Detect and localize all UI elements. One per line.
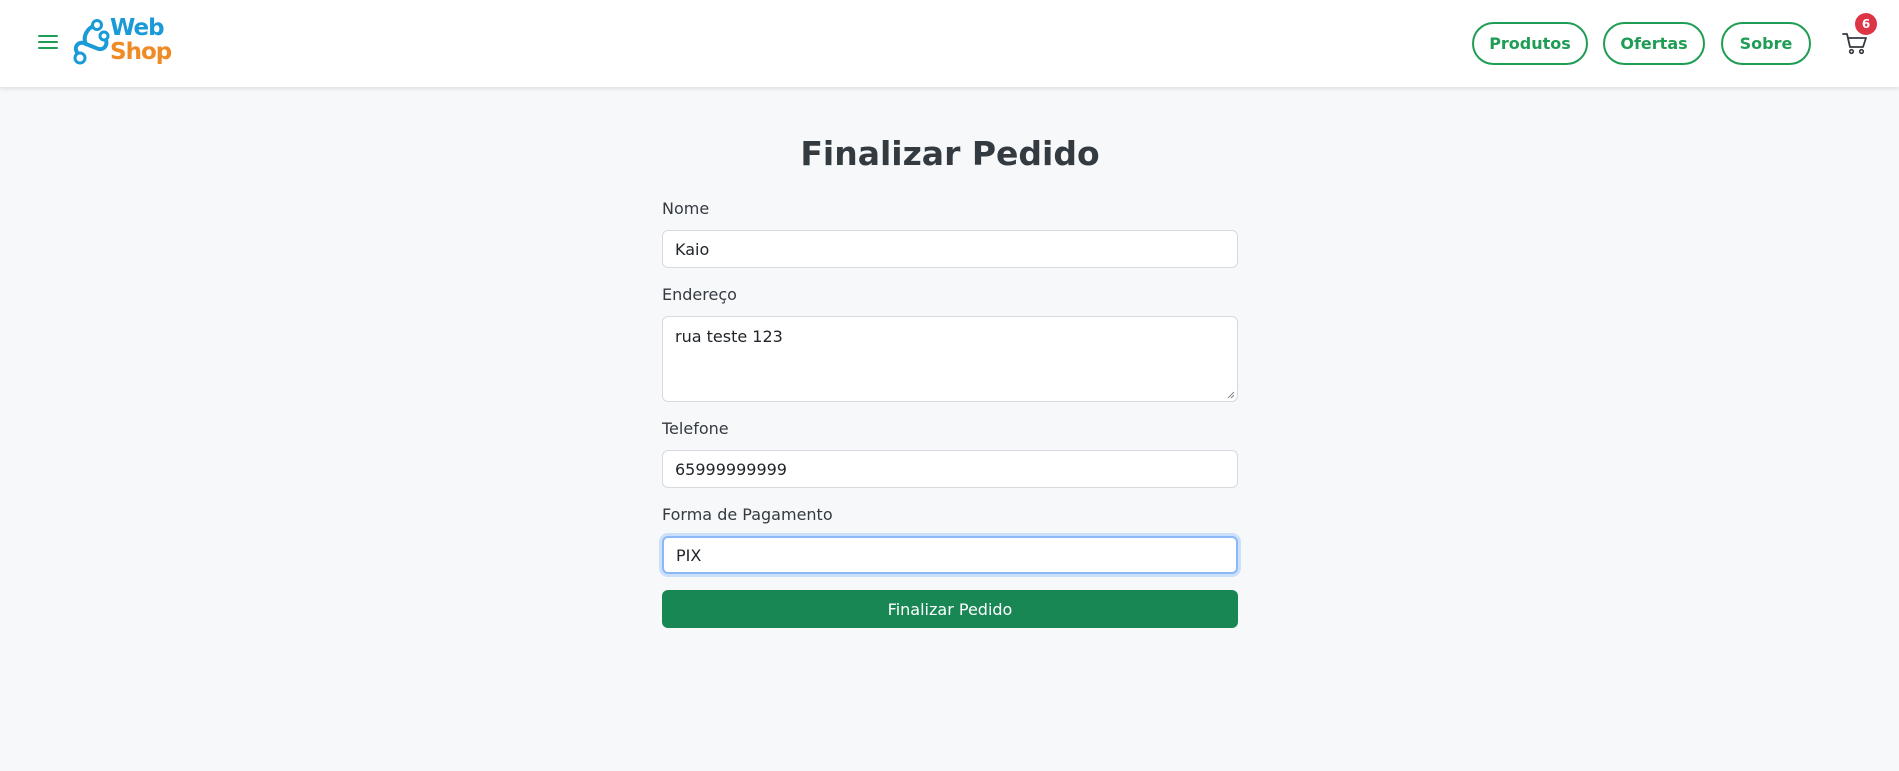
hamburger-line (38, 47, 58, 49)
nav-ofertas-button[interactable]: Ofertas (1603, 22, 1705, 65)
payment-input-value: PIX (676, 545, 702, 565)
phone-input[interactable]: 65999999999 (662, 450, 1238, 488)
address-textarea-value: rua teste 123 (675, 327, 783, 346)
nav-produtos-button[interactable]: Produtos (1472, 22, 1588, 65)
network-nodes-icon (73, 19, 110, 65)
name-input[interactable]: Kaio (662, 230, 1238, 268)
address-label: Endereço (662, 285, 737, 304)
nav-sobre-button[interactable]: Sobre (1721, 22, 1811, 65)
cart-count-badge: 6 (1855, 13, 1877, 35)
payment-label: Forma de Pagamento (662, 505, 833, 524)
hamburger-icon (38, 35, 58, 37)
logo-web-text: Web (110, 15, 165, 41)
logo-wordmark: Web Shop (110, 15, 172, 65)
phone-input-value: 65999999999 (675, 459, 787, 479)
hamburger-menu-button[interactable] (36, 30, 62, 54)
site-header: Web Shop Produtos Ofertas Sobre 6 (0, 0, 1899, 87)
logo-shop-text: Shop (110, 39, 172, 65)
resize-handle-icon[interactable] (1227, 391, 1235, 399)
payment-input[interactable]: PIX (662, 536, 1238, 574)
page-title: Finalizar Pedido (800, 134, 1100, 173)
address-textarea[interactable]: rua teste 123 (662, 316, 1238, 402)
hamburger-line (38, 41, 58, 43)
name-input-value: Kaio (675, 239, 710, 259)
webshop-logo[interactable]: Web Shop (70, 14, 180, 74)
name-label: Nome (662, 199, 710, 218)
phone-label: Telefone (662, 419, 729, 438)
finalize-order-button[interactable]: Finalizar Pedido (662, 590, 1238, 628)
